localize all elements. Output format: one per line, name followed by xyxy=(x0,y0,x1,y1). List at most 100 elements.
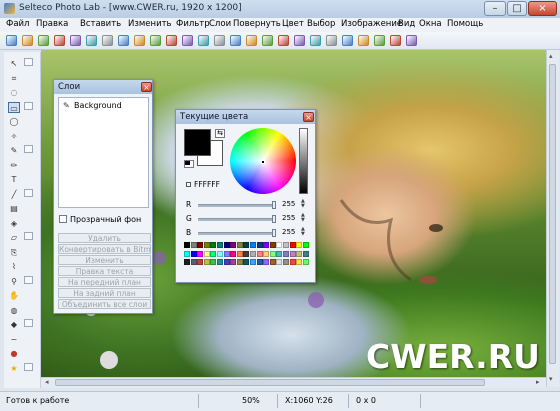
arrow-tool-option[interactable] xyxy=(24,58,33,66)
eraser-tool-option[interactable] xyxy=(24,232,33,240)
palette-swatch[interactable] xyxy=(263,242,270,248)
palette-swatch[interactable] xyxy=(190,250,197,257)
magic-wand-tool[interactable]: ✧ xyxy=(8,131,20,142)
menu-view[interactable]: Вид xyxy=(398,19,415,29)
channel-spinner-b[interactable]: ▲ ▼ xyxy=(301,227,305,237)
swap-colors-icon[interactable]: ⇆ xyxy=(215,129,225,138)
menu-windows[interactable]: Окна xyxy=(419,19,442,29)
paste-icon[interactable] xyxy=(150,35,161,46)
palette-swatch[interactable] xyxy=(296,259,303,265)
default-colors-icon[interactable] xyxy=(184,160,194,168)
menu-rotate[interactable]: Повернуть xyxy=(233,19,281,29)
vertical-scrollbar[interactable]: ▴ ▾ xyxy=(546,50,559,387)
palette-swatch[interactable] xyxy=(184,242,190,248)
color-icon[interactable] xyxy=(342,35,353,46)
palette-swatch[interactable] xyxy=(276,242,283,248)
foreground-color-swatch[interactable] xyxy=(184,129,211,156)
brush-tool[interactable]: ✎ xyxy=(8,145,20,156)
palette-swatch[interactable] xyxy=(289,242,296,248)
palette-swatch[interactable] xyxy=(197,242,204,248)
menu-help[interactable]: Помощь xyxy=(447,19,483,29)
ellipse-select-tool[interactable]: ◯ xyxy=(8,116,20,127)
palette-swatch[interactable] xyxy=(243,259,250,265)
color-wheel-cursor[interactable] xyxy=(261,160,265,164)
star-tool-option[interactable] xyxy=(24,362,33,371)
palette-swatch[interactable] xyxy=(289,259,296,265)
palette-swatch[interactable] xyxy=(236,242,243,248)
crop-icon[interactable] xyxy=(198,35,209,46)
layers-panel-close-button[interactable]: × xyxy=(141,82,152,92)
palette-swatch[interactable] xyxy=(276,250,283,257)
new-icon[interactable] xyxy=(6,35,17,46)
gradient-tool-option[interactable] xyxy=(24,203,33,211)
palette-swatch[interactable] xyxy=(223,242,230,248)
palette-swatch[interactable] xyxy=(283,259,289,265)
palette-swatch[interactable] xyxy=(269,250,276,257)
channel-slider-r[interactable] xyxy=(198,204,274,207)
lasso-tool-option[interactable] xyxy=(24,87,33,95)
levels-icon[interactable] xyxy=(326,35,337,46)
resize-icon[interactable] xyxy=(214,35,225,46)
arrow-tool[interactable]: ↖ xyxy=(8,58,20,69)
redeye-tool-option[interactable] xyxy=(24,348,33,356)
delete-layer-button[interactable]: Удалить xyxy=(58,233,151,243)
blur-tool[interactable]: ◍ xyxy=(8,305,20,316)
transparent-bg-checkbox[interactable] xyxy=(59,215,67,223)
ellipse-select-tool-option[interactable] xyxy=(24,116,33,124)
palette-swatch[interactable] xyxy=(269,259,276,265)
palette-swatch[interactable] xyxy=(276,259,283,265)
layer-item-background[interactable]: Background xyxy=(74,101,122,110)
smudge-tool[interactable]: ~ xyxy=(8,334,20,345)
palette-swatch[interactable] xyxy=(223,259,230,265)
rect-select-tool-option[interactable] xyxy=(24,101,33,110)
zoom-icon[interactable] xyxy=(358,35,369,46)
flip-icon[interactable] xyxy=(246,35,257,46)
eraser-tool[interactable]: ▱ xyxy=(8,232,20,243)
crop-tool[interactable]: ⌗ xyxy=(8,73,20,84)
line-tool[interactable]: ╱ xyxy=(8,189,20,200)
eyedropper-tool-option[interactable] xyxy=(24,261,33,269)
smudge-tool-option[interactable] xyxy=(24,334,33,342)
palette-swatch[interactable] xyxy=(250,242,256,248)
palette-swatch[interactable] xyxy=(250,250,256,257)
menu-filter[interactable]: Фильтр xyxy=(176,19,210,29)
print-icon[interactable] xyxy=(38,35,49,46)
channel-value-b[interactable]: 255 xyxy=(282,228,295,236)
actual-size-icon[interactable] xyxy=(406,35,417,46)
scroll-up-icon[interactable]: ▴ xyxy=(549,52,553,60)
palette-swatch[interactable] xyxy=(250,259,256,265)
fill-tool-option[interactable] xyxy=(24,218,33,226)
contrast-icon[interactable] xyxy=(310,35,321,46)
palette-swatch[interactable] xyxy=(269,242,276,248)
brightness-icon[interactable] xyxy=(294,35,305,46)
convert-bitmap-button[interactable]: Конвертировать в Bitmap xyxy=(58,244,151,254)
palette-swatch[interactable] xyxy=(302,250,309,257)
channel-spinner-g[interactable]: ▲ ▼ xyxy=(301,213,305,223)
colors-panel-close-button[interactable]: × xyxy=(303,112,314,122)
arrows-icon[interactable] xyxy=(278,35,289,46)
palette-swatch[interactable] xyxy=(190,259,197,265)
horizontal-scrollbar[interactable]: ◂ ▸ xyxy=(41,377,546,388)
palette-swatch[interactable] xyxy=(203,242,210,248)
scan-icon[interactable] xyxy=(86,35,97,46)
palette-swatch[interactable] xyxy=(302,259,309,265)
palette-swatch[interactable] xyxy=(230,259,237,265)
open-icon[interactable] xyxy=(22,35,33,46)
text-tool-option[interactable] xyxy=(24,174,33,182)
gradient-tool[interactable]: ▤ xyxy=(8,203,20,214)
bring-to-front-button[interactable]: На передний план xyxy=(58,277,151,287)
clone-tool[interactable]: ⎘ xyxy=(8,247,20,258)
merge-layers-button[interactable]: Объединить все слои xyxy=(58,299,151,309)
crop-tool-option[interactable] xyxy=(24,73,33,81)
close-button[interactable]: × xyxy=(528,1,557,16)
sharpen-tool-option[interactable] xyxy=(24,319,33,327)
text-icon[interactable] xyxy=(262,35,273,46)
palette-swatch[interactable] xyxy=(203,250,210,257)
modify-layer-button[interactable]: Изменить xyxy=(58,255,151,265)
folder-icon[interactable] xyxy=(54,35,65,46)
text-tool[interactable]: T xyxy=(8,174,20,185)
menu-insert[interactable]: Вставить xyxy=(80,19,121,29)
brush-tool-option[interactable] xyxy=(24,145,33,153)
channel-value-g[interactable]: 255 xyxy=(282,214,295,222)
palette-swatch[interactable] xyxy=(256,242,263,248)
